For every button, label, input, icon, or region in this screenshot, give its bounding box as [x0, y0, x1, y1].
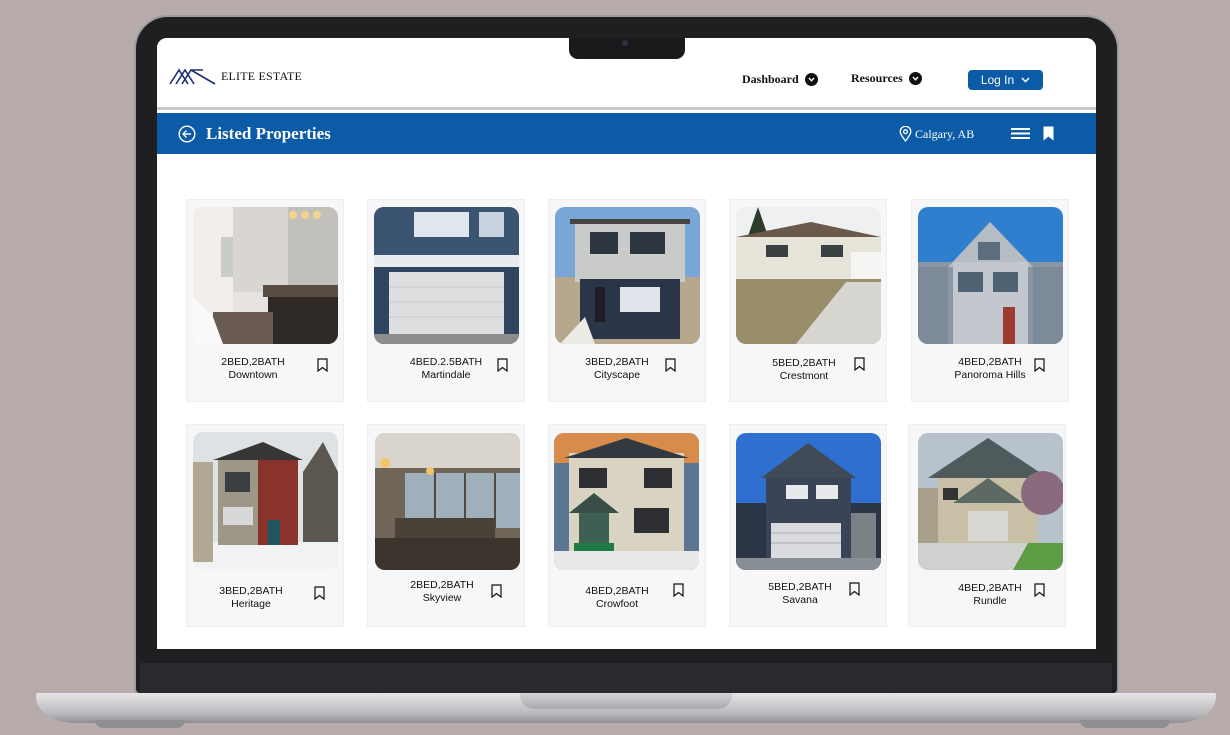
listing-area: Martindale [421, 369, 471, 381]
nav-dashboard[interactable]: Dashboard [742, 72, 818, 87]
listing-info: 4BED.2.5BATH Martindale [386, 356, 506, 382]
listing-beds: 5BED,2BATH [768, 581, 832, 593]
bookmark-icon[interactable] [317, 358, 328, 372]
bookmark-icon[interactable] [1034, 583, 1045, 597]
listing-card[interactable]: 4BED.2.5BATH Martindale [367, 199, 525, 402]
listing-info: 3BED,2BATH Cityscape [557, 356, 677, 382]
listing-area: Savana [782, 594, 818, 606]
saved-bookmark-icon[interactable] [1043, 126, 1054, 141]
listing-card[interactable]: 4BED,2BATH Rundle [908, 424, 1066, 627]
listing-beds: 5BED,2BATH [772, 357, 836, 369]
condo-interior-photo [375, 433, 520, 570]
modern-house-photo [193, 432, 338, 569]
listing-photo[interactable] [554, 433, 699, 570]
listing-beds: 3BED,2BATH [219, 585, 283, 597]
location-selector[interactable]: Calgary, AB [899, 126, 974, 142]
listing-area: Panoroma Hills [954, 369, 1026, 381]
split-level-house-photo [736, 207, 881, 344]
listing-photo[interactable] [918, 433, 1063, 570]
listing-beds: 2BED,2BATH [221, 356, 285, 368]
listing-card[interactable]: 2BED,2BATH Downtown [186, 199, 344, 402]
listing-info: 2BED,2BATH Downtown [193, 356, 313, 382]
listing-info: 4BED,2BATH Panoroma Hills [930, 356, 1050, 382]
laptop-foot-left [95, 720, 185, 728]
listing-card[interactable]: 5BED,2BATH Crestmont [729, 199, 887, 402]
login-button[interactable]: Log In [968, 70, 1043, 90]
chevron-down-icon [804, 73, 818, 86]
listing-info: 5BED,2BATH Savana [740, 581, 860, 607]
listing-info: 4BED,2BATH Rundle [930, 582, 1050, 608]
listing-info: 5BED,2BATH Crestmont [744, 357, 864, 383]
listing-beds: 2BED,2BATH [410, 579, 474, 591]
listing-photo[interactable] [193, 207, 338, 344]
menu-icon[interactable] [1011, 127, 1030, 140]
nav-dashboard-label: Dashboard [742, 72, 799, 86]
listing-photo[interactable] [736, 207, 881, 344]
listing-area: Skyview [422, 592, 462, 604]
roof-logo-icon [169, 68, 216, 85]
garage-house-photo [374, 207, 519, 344]
listing-beds: 4BED,2BATH [958, 582, 1022, 594]
listing-photo[interactable] [374, 207, 519, 344]
listing-photo[interactable] [918, 207, 1063, 344]
listing-card[interactable]: 4BED,2BATH Panoroma Hills [911, 199, 1069, 402]
listing-card[interactable]: 2BED,2BATH Skyview [367, 424, 525, 627]
camera-notch [569, 38, 685, 59]
chevron-down-icon [1021, 77, 1030, 83]
sunset-house-photo [554, 433, 699, 570]
listing-photo[interactable] [193, 432, 338, 569]
listing-area: Rundle [973, 595, 1007, 607]
bookmark-icon[interactable] [665, 358, 676, 372]
screen: ELITE ESTATE Dashboard Resources Log In … [157, 38, 1096, 649]
listing-card[interactable]: 3BED,2BATH Cityscape [548, 199, 706, 402]
listing-area: Crowfoot [595, 598, 638, 610]
map-pin-icon [899, 126, 912, 142]
bookmark-icon[interactable] [849, 582, 860, 596]
nav-resources-label: Resources [851, 71, 903, 85]
listing-beds: 3BED,2BATH [585, 356, 649, 368]
listing-info: 3BED,2BATH Heritage [191, 585, 311, 611]
listing-area: Crestmont [779, 370, 829, 382]
navy-house-photo [736, 433, 881, 570]
listing-photo[interactable] [375, 433, 520, 570]
townhouse-photo [918, 207, 1063, 344]
listing-info: 4BED,2BATH Crowfoot [557, 585, 677, 611]
listing-area: Downtown [228, 369, 278, 381]
beige-house-photo [918, 433, 1063, 570]
bathroom-photo [193, 207, 338, 344]
laptop-thumb-notch [520, 693, 732, 709]
listing-photo[interactable] [736, 433, 881, 570]
listing-info: 2BED,2BATH Skyview [382, 579, 502, 605]
camera-icon [622, 40, 628, 46]
listing-area: Heritage [231, 598, 271, 610]
listing-photo[interactable] [555, 207, 700, 344]
nav-resources[interactable]: Resources [851, 71, 922, 86]
listing-card[interactable]: 4BED,2BATH Crowfoot [548, 424, 706, 627]
back-arrow-icon[interactable] [178, 125, 196, 143]
bookmark-icon[interactable] [673, 583, 684, 597]
bookmark-icon[interactable] [1034, 358, 1045, 372]
listing-beds: 4BED,2BATH [958, 356, 1022, 368]
two-storey-house-photo [555, 207, 700, 344]
bookmark-icon[interactable] [854, 357, 865, 371]
laptop-foot-right [1080, 720, 1170, 728]
bookmark-icon[interactable] [491, 584, 502, 598]
listing-beds: 4BED,2BATH [585, 585, 649, 597]
location-label: Calgary, AB [915, 126, 975, 141]
login-label: Log In [980, 73, 1015, 87]
listing-beds: 4BED.2.5BATH [409, 356, 483, 368]
page-header-bar: Listed Properties Calgary, AB [157, 113, 1096, 154]
laptop-hinge [140, 663, 1112, 695]
bookmark-icon[interactable] [497, 358, 508, 372]
listing-card[interactable]: 5BED,2BATH Savana [729, 424, 887, 627]
chevron-down-icon [908, 72, 922, 85]
brand-name: ELITE ESTATE [221, 68, 303, 83]
brand-logo[interactable]: ELITE ESTATE [169, 66, 302, 86]
page-title: Listed Properties [206, 124, 331, 143]
bookmark-icon[interactable] [314, 586, 325, 600]
listing-area: Cityscape [593, 369, 641, 381]
listing-card[interactable]: 3BED,2BATH Heritage [186, 424, 344, 627]
